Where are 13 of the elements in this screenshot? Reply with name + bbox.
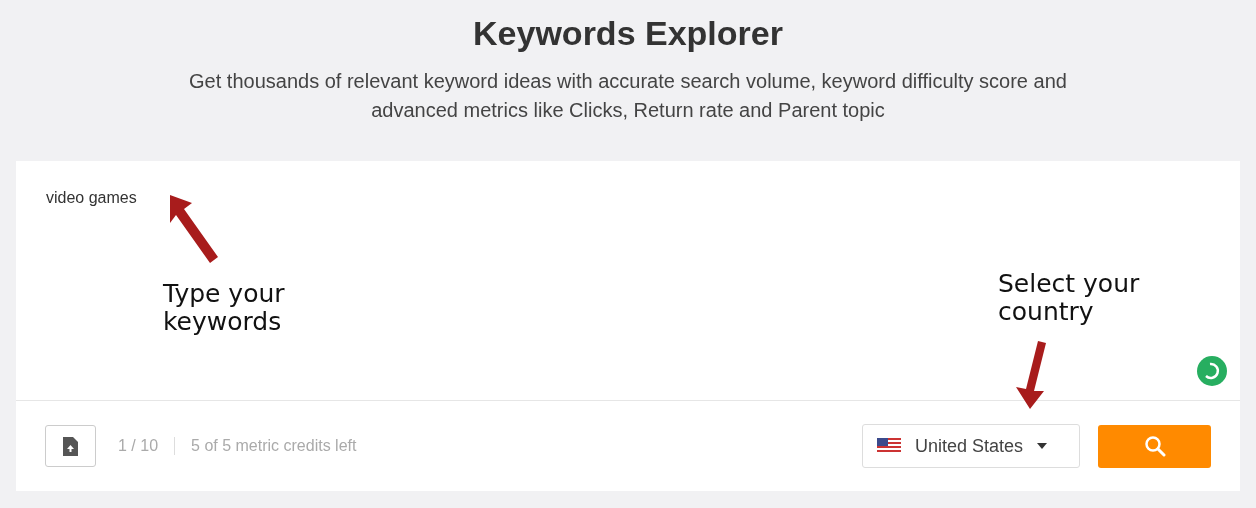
page-subtitle: Get thousands of relevant keyword ideas with accurate search volume, keyword difficulty score and advanced metrics like Clicks, Return rate and Parent topic — [188, 69, 1068, 123]
file-upload-icon — [63, 436, 78, 456]
keyword-count: 1 / 10 — [118, 437, 159, 455]
upload-button[interactable] — [45, 425, 96, 467]
credits-text: 5 of 5 metric credits left — [191, 437, 357, 455]
annotation-text: Type your keywords — [163, 280, 286, 336]
page-title: Keywords Explorer — [473, 13, 783, 53]
country-select[interactable]: United States — [862, 424, 1080, 468]
annotation-text: Select your country — [998, 270, 1141, 326]
caret-icon — [1037, 443, 1048, 449]
spinner-icon — [1197, 356, 1227, 386]
flag-icon — [877, 438, 901, 454]
search-icon — [1143, 435, 1166, 457]
